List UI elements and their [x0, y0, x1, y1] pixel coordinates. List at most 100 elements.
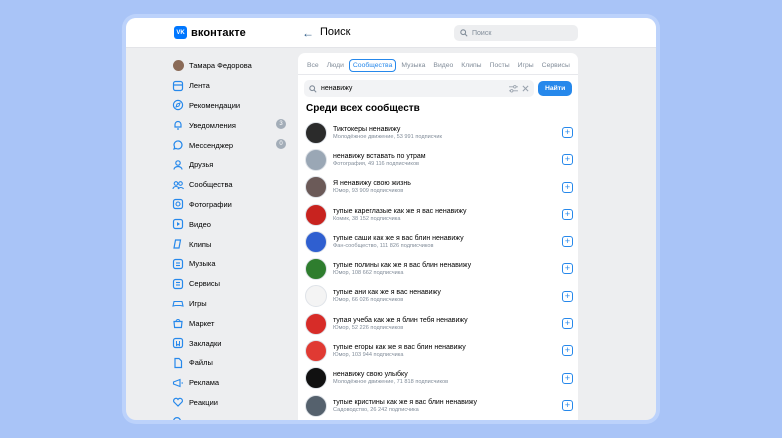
search-field[interactable]: ненавижу	[304, 80, 535, 97]
chat-icon	[172, 139, 184, 151]
community-name[interactable]: тупые егоры как же я вас блин ненавижу	[333, 344, 466, 351]
subscribe-plus-icon[interactable]: +	[562, 318, 573, 330]
community-row[interactable]: Я ненавижу свою жизнь Юмор, 93 909 подпис…	[305, 174, 573, 201]
community-meta: Юмор, 66 026 подписчиков	[333, 297, 404, 304]
tab[interactable]: Клипы	[458, 59, 484, 72]
ads-icon	[172, 377, 184, 389]
results-list: Тиктокеры ненавижу Молодёжное движение, 5…	[305, 119, 573, 419]
sidebar-item[interactable]: Маркет	[172, 313, 292, 333]
tab[interactable]: Сообщества	[348, 59, 397, 72]
community-row[interactable]: Тиктокеры ненавижу Молодёжное движение, 5…	[305, 119, 573, 146]
community-text: тупые ани как же я вас ненавижу Юмор, 66 …	[333, 289, 441, 303]
sidebar-item-label: Маркет	[189, 318, 215, 328]
community-text: тупые кареглазые как же я вас ненавижу Ко…	[333, 208, 466, 222]
community-row[interactable]: тупые саши как же я вас блин ненавижу Фан…	[305, 228, 573, 255]
community-name[interactable]: тупые кареглазые как же я вас ненавижу	[333, 208, 466, 215]
sidebar: Тамара Федорова Лента Рекомендации Уведомле…	[172, 56, 292, 420]
subscribe-plus-icon[interactable]: +	[562, 345, 573, 357]
sidebar-item[interactable]: Поиск	[172, 412, 292, 420]
friends-icon	[172, 159, 184, 171]
sidebar-item[interactable]: Уведомления 3	[172, 115, 292, 135]
bookmark-icon	[172, 337, 184, 349]
community-row[interactable]: ненавижу свою улыбку Молодёжное движение,…	[305, 365, 573, 392]
community-row[interactable]: тупые кареглазые как же я вас ненавижу Ко…	[305, 201, 573, 228]
sidebar-item[interactable]: Мессенджер 0	[172, 135, 292, 155]
filter-icon[interactable]	[509, 84, 519, 93]
subscribe-plus-icon[interactable]: +	[562, 372, 573, 384]
top-search-input[interactable]: Поиск	[454, 25, 578, 41]
sidebar-item-label: Видео	[189, 219, 211, 229]
community-name[interactable]: тупая учеба как же я блин тебя ненавижу	[333, 317, 468, 324]
community-row[interactable]: тупые егоры как же я вас блин ненавижу Юм…	[305, 337, 573, 364]
tab[interactable]: Видео	[430, 59, 456, 72]
tab[interactable]: Сервисы	[539, 59, 573, 72]
subscribe-plus-icon[interactable]: +	[562, 127, 573, 138]
sidebar-item-label: Реклама	[189, 378, 220, 388]
top-search-placeholder: Поиск	[472, 29, 492, 37]
community-row[interactable]: тупая учеба как же я блин тебя ненавижу Ю…	[305, 310, 573, 337]
sidebar-item-label: Лента	[189, 81, 210, 91]
sidebar-item[interactable]: Реклама	[172, 373, 292, 393]
community-name[interactable]: Тиктокеры ненавижу	[333, 126, 442, 133]
community-name[interactable]: тупые ани как же я вас ненавижу	[333, 289, 441, 296]
sidebar-item[interactable]: Тамара Федорова	[172, 56, 292, 76]
clear-icon[interactable]	[522, 85, 529, 92]
sidebar-item[interactable]: Музыка	[172, 254, 292, 274]
sidebar-item[interactable]: Фотографии	[172, 195, 292, 215]
sidebar-item[interactable]: Друзья	[172, 155, 292, 175]
tab[interactable]: Игры	[515, 59, 537, 72]
page-title: Поиск	[320, 26, 351, 38]
reactions-icon	[172, 396, 184, 408]
sidebar-item-label: Уведомления	[189, 120, 236, 130]
tab[interactable]: Все	[304, 59, 322, 72]
community-meta: Молодёжное движение, 71 818 подписчиков	[333, 379, 449, 386]
tab[interactable]: Люди	[324, 59, 347, 72]
sidebar-item[interactable]: Файлы	[172, 353, 292, 373]
community-text: ненавижу вставать по утрам Фотография, 49…	[333, 153, 426, 167]
subscribe-plus-icon[interactable]: +	[562, 236, 573, 248]
sidebar-item[interactable]: Видео	[172, 214, 292, 234]
sidebar-item[interactable]: Игры	[172, 294, 292, 314]
sidebar-item[interactable]: Сервисы	[172, 274, 292, 294]
sidebar-item[interactable]: Сообщества	[172, 175, 292, 195]
community-row[interactable]: тупые ани как же я вас ненавижу Юмор, 66 …	[305, 283, 573, 310]
avatar	[172, 60, 184, 72]
back-arrow-icon[interactable]: ←	[302, 26, 314, 40]
sidebar-item[interactable]: Закладки	[172, 333, 292, 353]
community-name[interactable]: ненавижу свою улыбку	[333, 371, 448, 378]
vk-logo-icon: VK	[174, 26, 187, 39]
community-name[interactable]: тупые кристины как же я вас блин ненавиж…	[333, 399, 477, 406]
subscribe-plus-icon[interactable]: +	[562, 181, 573, 193]
feed-icon	[172, 80, 184, 92]
subscribe-plus-icon[interactable]: +	[562, 399, 573, 411]
community-row[interactable]: тупые кристины как же я вас блин ненавиж…	[305, 392, 573, 419]
sidebar-item[interactable]: Рекомендации	[172, 96, 292, 116]
sidebar-item[interactable]: Клипы	[172, 234, 292, 254]
search-value: ненавижу	[321, 85, 353, 92]
community-name[interactable]: тупые полины как же я вас блин ненавижу	[333, 262, 471, 269]
tab[interactable]: Посты	[487, 59, 513, 72]
community-avatar	[305, 312, 327, 335]
community-name[interactable]: ненавижу вставать по утрам	[333, 153, 426, 160]
community-row[interactable]: ненавижу вставать по утрам Фотография, 49…	[305, 146, 573, 173]
top-bar: VK вконтакте ← Поиск Поиск	[126, 18, 656, 48]
community-avatar	[305, 258, 327, 281]
community-text: тупые кристины как же я вас блин ненавиж…	[333, 399, 477, 413]
find-button[interactable]: Найти	[538, 81, 572, 96]
subscribe-plus-icon[interactable]: +	[562, 208, 573, 220]
subscribe-plus-icon[interactable]: +	[562, 263, 573, 275]
community-row[interactable]: тупые полины как же я вас блин ненавижу Ю…	[305, 255, 573, 282]
subscribe-plus-icon[interactable]: +	[562, 154, 573, 166]
community-name[interactable]: Я ненавижу свою жизнь	[333, 180, 411, 187]
tab[interactable]: Музыка	[398, 59, 428, 72]
subscribe-plus-icon[interactable]: +	[562, 290, 573, 302]
community-meta: Фотография, 49 116 подписчиков	[333, 160, 420, 167]
community-text: тупые егоры как же я вас блин ненавижу Юм…	[333, 344, 466, 358]
community-text: тупые полины как же я вас блин ненавижу Ю…	[333, 262, 471, 276]
community-name[interactable]: тупые саши как же я вас блин ненавижу	[333, 235, 464, 242]
sidebar-item[interactable]: Лента	[172, 76, 292, 96]
community-meta: Юмор, 93 909 подписчиков	[333, 188, 404, 195]
sidebar-item-label: Сервисы	[189, 279, 221, 289]
sidebar-item[interactable]: Реакции	[172, 393, 292, 413]
vk-logo[interactable]: VK вконтакте	[174, 26, 246, 39]
